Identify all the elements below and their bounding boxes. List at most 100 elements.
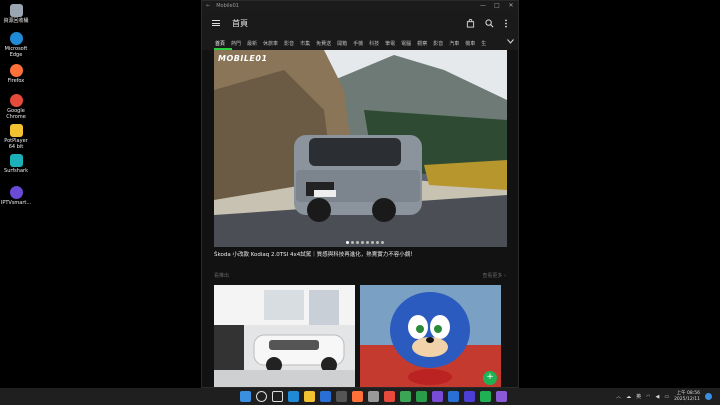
maximize-button[interactable]: □ [490,2,504,9]
carousel-dot[interactable] [376,241,379,244]
taskbar: ︿ ☁ 英 ◠ ◀ ▭ 上午 08:56 2025/12/11 [0,388,720,405]
tab-item[interactable]: 科技 [369,40,379,47]
carousel-dot[interactable] [356,241,359,244]
chrome-icon [9,94,23,107]
window-title: Mobile01 [216,2,239,9]
tab-item[interactable]: 免費送 [316,40,331,47]
app-icon-3[interactable] [416,391,427,402]
notification-icon[interactable] [705,393,712,400]
mobile01-logo: MOBILE01 [218,54,268,63]
desktop-icon-surfshark[interactable]: Surfshark [2,154,30,175]
search-icon[interactable] [256,391,267,402]
tab-item[interactable]: 機車 [465,40,475,47]
chevron-down-icon[interactable] [504,39,514,46]
settings-icon[interactable] [368,391,379,402]
carousel-dot[interactable] [371,241,374,244]
desktop-icon-label: 資源回收桶 [3,18,29,24]
cloud-icon[interactable]: ☁ [626,394,631,400]
potplayer-icon [9,124,23,137]
battery-icon[interactable]: ▭ [664,394,669,400]
system-tray: ︿ ☁ 英 ◠ ◀ ▭ 上午 08:56 2025/12/11 [616,391,712,402]
desktop-icon-label: Microsoft Edge [4,46,28,58]
app-icon-6[interactable] [464,391,475,402]
section-title: 看推出 [214,273,230,280]
surfshark-icon [9,154,23,167]
desktop-icon-chrome[interactable]: Google Chrome [2,94,30,121]
edge-icon[interactable] [288,391,299,402]
article-thumbnail [360,285,501,388]
clock-date: 2025/12/11 [674,396,700,402]
app-icon-1[interactable] [336,391,347,402]
tab-item[interactable]: 觀察 [417,40,427,47]
tab-item[interactable]: 手機 [353,40,363,47]
desktop-icon-potplayer[interactable]: PotPlayer 64 bit [2,124,30,151]
app-window: ← Mobile01 — □ ✕ 首頁 首頁 熱門 最新 休旅車 影音 市集 免費送 開箱 手機… [201,0,519,388]
tab-item[interactable]: 電腦 [401,40,411,47]
app-icon-8[interactable] [496,391,507,402]
article-card-maserati[interactable] [214,285,355,388]
file-explorer-icon[interactable] [304,391,315,402]
desktop-icon-label: PotPlayer 64 bit [4,138,28,150]
tab-item[interactable]: 影音 [433,40,443,47]
language-indicator[interactable]: 英 [636,393,641,400]
carousel-dot[interactable] [361,241,364,244]
app-icon-7[interactable] [480,391,491,402]
chrome-icon[interactable] [384,391,395,402]
volume-icon[interactable]: ◀ [655,394,659,400]
taskbar-icons [240,391,507,402]
carousel-dot[interactable] [381,241,384,244]
article-card-sonic[interactable]: + [360,285,501,388]
task-view-icon[interactable] [272,391,283,402]
tab-item[interactable]: 生 [481,40,486,47]
article-headline[interactable]: Škoda 小改款 Kodiaq 2.0TSI 4x4試駕｜質感與科技再進化，熱… [214,252,506,259]
search-icon[interactable] [485,18,494,28]
tab-item[interactable]: 最新 [247,40,257,47]
desktop-icon-recycle-bin[interactable]: 資源回收桶 [2,4,30,25]
app-icon-5[interactable] [448,391,459,402]
section-header: 看推出 查看更多 › [214,272,506,279]
desktop-icon-label: Firefox [7,78,25,84]
tab-item[interactable]: 熱門 [231,40,241,47]
wifi-icon[interactable]: ◠ [646,394,650,400]
back-arrow-icon[interactable]: ← [206,3,210,9]
edge-icon [9,32,23,45]
main-content: MOBILE01 Škoda 小改款 Kodiaq 2.0TSI 4x4試駕｜質… [202,50,518,388]
menu-icon[interactable] [212,20,220,26]
page-title: 首頁 [232,18,248,28]
carousel-dot[interactable] [346,241,349,244]
desktop-icon-edge[interactable]: Microsoft Edge [2,32,30,59]
category-tabs: 首頁 熱門 最新 休旅車 影音 市集 免費送 開箱 手機 科技 筆電 電腦 觀察 影音 汽車 機車生 [202,36,518,50]
minimize-button[interactable]: — [476,2,490,9]
tab-item[interactable]: 影音 [284,40,294,47]
desktop-icon-firefox[interactable]: Firefox [2,64,30,85]
header-actions [466,18,508,28]
see-more-link[interactable]: 查看更多 › [482,272,506,279]
hero-carousel[interactable]: MOBILE01 [214,50,507,247]
carousel-dot[interactable] [366,241,369,244]
app-icon-2[interactable] [400,391,411,402]
windows-start-icon[interactable] [240,391,251,402]
firefox-icon[interactable] [352,391,363,402]
store-icon[interactable] [320,391,331,402]
tab-item[interactable]: 首頁 [215,40,225,47]
close-button[interactable]: ✕ [504,2,518,9]
desktop-icon-iptv[interactable]: IPTVsmart... [1,186,31,207]
tab-item[interactable]: 筆電 [385,40,395,47]
clock[interactable]: 上午 08:56 2025/12/11 [674,391,700,402]
article-thumbnail [214,285,355,388]
desktop-icon-label: Surfshark [4,168,28,174]
window-titlebar: ← Mobile01 — □ ✕ [202,1,518,10]
carousel-dot[interactable] [351,241,354,244]
app-icon-4[interactable] [432,391,443,402]
more-vert-icon[interactable] [504,18,508,28]
shopping-bag-icon[interactable] [466,18,475,28]
tab-item[interactable]: 休旅車 [263,40,278,47]
firefox-icon [9,64,23,77]
article-cards: + [214,285,506,388]
tab-item[interactable]: 汽車 [449,40,459,47]
tab-item[interactable]: 市集 [300,40,310,47]
chevron-up-icon[interactable]: ︿ [616,393,621,400]
clock-time: 上午 08:56 [676,391,700,397]
carousel-dots [346,241,384,244]
tab-item[interactable]: 開箱 [337,40,347,47]
